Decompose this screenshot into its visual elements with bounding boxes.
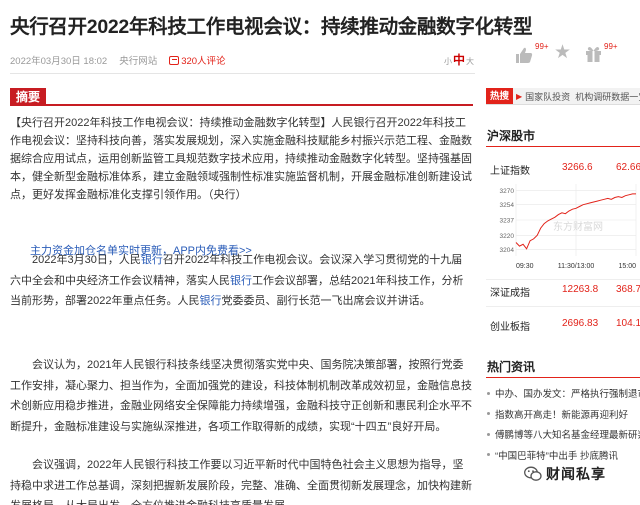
p2-text: 会议认为，2021年人民银行科技条线坚决贯彻落实党中央、国务院决策部署，按照行党…	[10, 359, 472, 433]
market-title-underline	[486, 146, 640, 147]
wechat-watermark: 财闻私享	[520, 462, 610, 486]
hot-search-item[interactable]: 机构调研数据一览	[575, 90, 640, 103]
news-title-underline	[486, 377, 640, 378]
hot-news-list: 中办、国办发文：严格执行强制退市 指数高开高走！新能源再迎利好 傅鹏博等八大知名…	[487, 383, 640, 465]
index-change: 368.72	[616, 284, 640, 295]
index-value: 2696.83	[562, 318, 599, 329]
article-paragraph-1: 2022年3月30日，人民银行召开2022年科技工作电视会议。会议深入学习贯彻党…	[10, 250, 473, 312]
wechat-logo-icon	[524, 466, 542, 481]
font-small-button[interactable]: 小	[444, 56, 452, 67]
article-date: 2022年03月30日 18:02	[10, 56, 108, 67]
article-source[interactable]: 央行网站	[119, 53, 157, 67]
keyword-link-bank[interactable]: 银行	[141, 254, 163, 266]
font-medium-button[interactable]: 中	[453, 51, 465, 68]
chart-y-tick-label: 3270	[500, 188, 515, 195]
chart-x-tick-label: 11:30/13:00	[558, 263, 595, 270]
hot-search-bar: 热搜 ▶ 国家队投资 机构调研数据一览	[486, 88, 640, 105]
index-name: 上证指数	[490, 166, 530, 177]
gift-icon[interactable]	[585, 45, 602, 63]
chart-y-tick-label: 3254	[500, 202, 515, 209]
chart-watermark: 东方财富网	[553, 220, 603, 233]
comment-icon	[169, 55, 180, 65]
news-item[interactable]: 指数高开高走！新能源再迎利好	[487, 404, 640, 425]
p3-text: 会议强调，2022年人民银行科技工作要以习近平新时代中国特色社会主义思想为指导，…	[10, 459, 472, 505]
index-name: 深证成指	[490, 288, 530, 299]
font-size-switch: 小 中 大	[444, 51, 474, 68]
bullet-icon	[487, 391, 490, 395]
keyword-link-bank[interactable]: 银行	[230, 275, 252, 287]
chart-y-tick-label: 3220	[500, 233, 515, 240]
chart-y-tick-label: 3204	[500, 247, 515, 254]
index-intraday-chart: 3270 3254 3237 3220 3204 09:30 11:30/13:00 15:…	[500, 184, 637, 270]
news-item-text: 中办、国办发文：严格执行强制退市	[495, 389, 640, 401]
article-paragraph-3: 会议强调，2022年人民银行科技工作要以习近平新时代中国特色社会主义思想为指导，…	[10, 455, 473, 505]
watermark-text: 财闻私享	[546, 466, 606, 482]
article-paragraph-2: 会议认为，2021年人民银行科技条线坚决贯彻落实党中央、国务院决策部署，按照行党…	[10, 355, 473, 437]
index-value: 3266.6	[562, 162, 593, 173]
bullet-icon	[487, 432, 490, 436]
hot-arrow-icon: ▶	[516, 91, 523, 101]
hot-search-label: 热搜	[486, 88, 514, 104]
index-value: 12263.8	[562, 284, 599, 295]
summary-text: 【央行召开2022年科技工作电视会议：持续推动金融数字化转型】人民银行召开202…	[10, 117, 472, 201]
row-divider	[486, 279, 640, 280]
news-item[interactable]: 中办、国办发文：严格执行强制退市	[487, 383, 640, 404]
meta-divider	[10, 73, 475, 74]
summary-tab: 摘要	[10, 88, 46, 106]
market-section-title: 沪深股市	[487, 129, 536, 143]
like-icon[interactable]	[515, 46, 533, 64]
chart-y-tick-label: 3237	[500, 218, 515, 225]
font-large-button[interactable]: 大	[466, 56, 474, 67]
index-change: 62.66	[616, 162, 640, 173]
p1-text-d: 党委委员、副行长范一飞出席会议并讲话。	[221, 295, 431, 307]
chart-x-tick-label: 15:00	[618, 263, 636, 270]
comments-link[interactable]: 320人评论	[169, 53, 226, 67]
news-section-title: 热门资讯	[487, 360, 536, 374]
comments-count: 320人评论	[181, 56, 226, 67]
news-item-text: 指数高开高走！新能源再迎利好	[495, 409, 629, 421]
row-divider	[486, 306, 640, 307]
index-name: 创业板指	[490, 322, 530, 333]
gift-count-badge: 99+	[604, 42, 618, 51]
article-title: 央行召开2022年科技工作电视会议：持续推动金融数字化转型	[10, 16, 533, 38]
news-item[interactable]: 傅鹏博等八大知名基金经理最新研判	[487, 424, 640, 445]
index-change: 104.16	[616, 318, 640, 329]
favorite-star-icon[interactable]: ★	[554, 43, 571, 62]
p1-text-a: 2022年3月30日，人民	[32, 254, 141, 266]
chart-x-tick-label: 09:30	[516, 263, 534, 270]
news-item-text: “中国巴菲特”中出手 抄底腾讯	[495, 450, 618, 462]
summary-header: 摘要	[10, 88, 473, 106]
keyword-link-bank[interactable]: 银行	[199, 295, 221, 307]
hot-search-item[interactable]: 国家队投资	[525, 90, 570, 103]
bullet-icon	[487, 453, 490, 457]
like-count-badge: 99+	[535, 42, 549, 51]
article-meta: 2022年03月30日 18:02 央行网站 320人评论	[10, 53, 226, 67]
news-item-text: 傅鹏博等八大知名基金经理最新研判	[495, 430, 640, 442]
bullet-icon	[487, 412, 490, 416]
